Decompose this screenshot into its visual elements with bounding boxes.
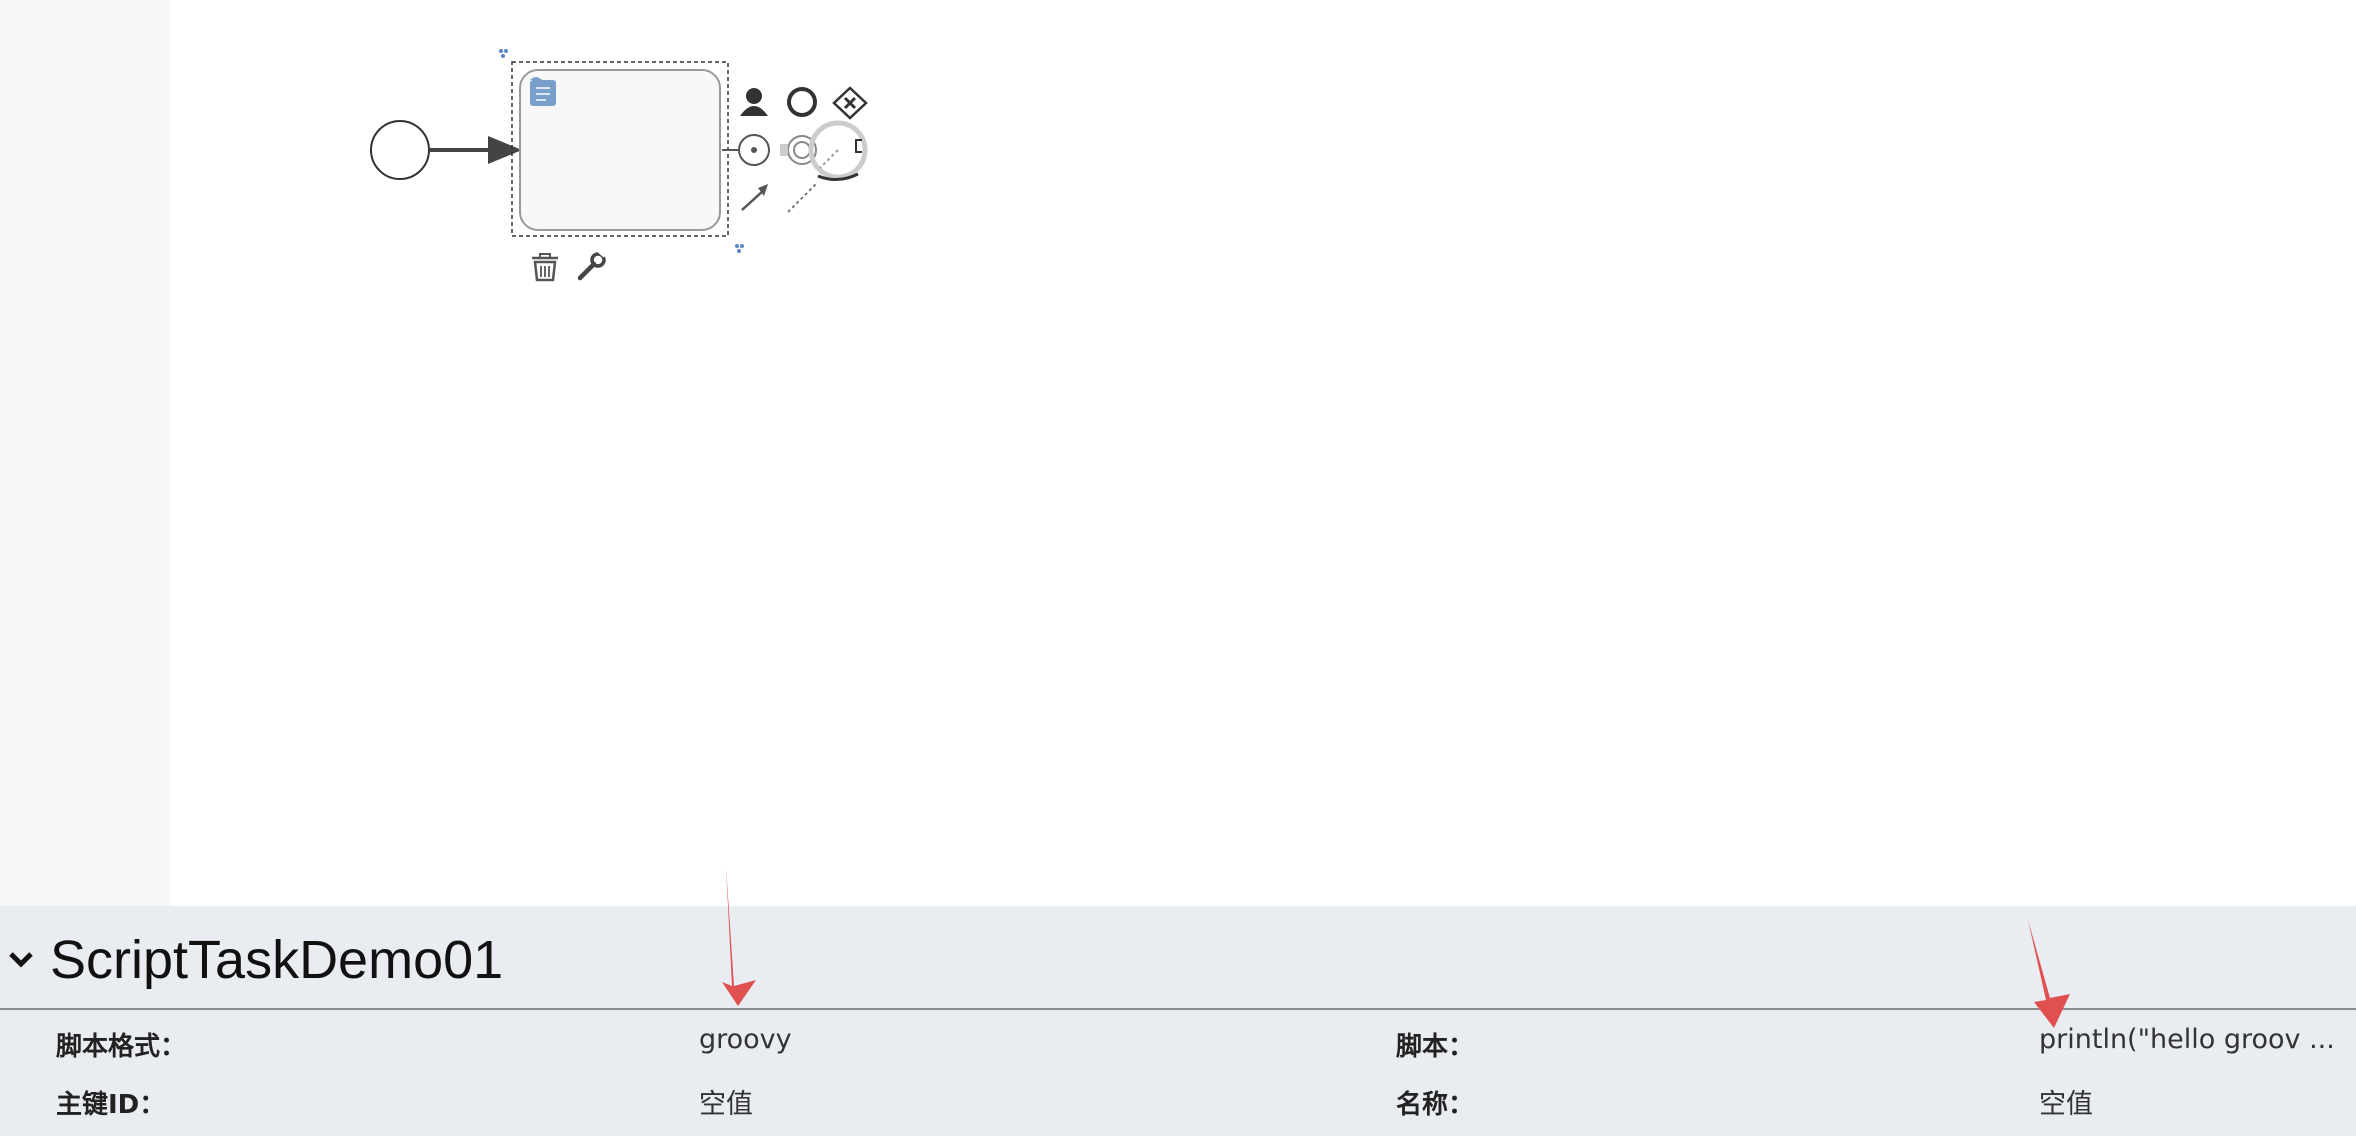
prop-value-name[interactable]: 空值 — [2039, 1082, 2093, 1121]
append-text-annotation-icon[interactable] — [808, 120, 868, 181]
resize-handle-top-left[interactable] — [499, 49, 508, 58]
prop-value-script-format[interactable]: groovy — [699, 1024, 792, 1055]
delete-trash-icon[interactable] — [532, 253, 558, 282]
script-task[interactable] — [519, 69, 721, 231]
prop-label-script-format: 脚本格式： — [56, 1032, 187, 1062]
prop-label-name: 名称： — [1396, 1090, 1475, 1120]
connect-association-icon[interactable] — [787, 183, 817, 213]
prop-value-script[interactable]: println("hello groov ... — [2039, 1024, 2335, 1055]
prop-label-script: 脚本： — [1396, 1032, 1475, 1062]
resize-handle-bottom-right[interactable] — [735, 244, 744, 253]
prop-label-id: 主键ID： — [56, 1090, 166, 1120]
properties-header[interactable]: ScriptTaskDemo01 — [0, 906, 2356, 1010]
start-event[interactable] — [370, 120, 430, 180]
append-intermediate-event-icon[interactable] — [722, 134, 770, 166]
element-title: ScriptTaskDemo01 — [50, 930, 504, 990]
script-icon — [530, 77, 556, 106]
change-type-wrench-icon[interactable] — [577, 249, 607, 281]
properties-panel: ScriptTaskDemo01 脚本格式： groovy 脚本： printl… — [0, 906, 2356, 1136]
append-user-task-icon[interactable] — [740, 88, 768, 116]
prop-value-id[interactable]: 空值 — [699, 1082, 753, 1121]
bpmn-diagram[interactable] — [0, 0, 2356, 906]
append-end-event-icon[interactable] — [787, 87, 817, 117]
sequence-flow[interactable] — [430, 136, 522, 164]
chevron-down-icon[interactable] — [8, 950, 34, 970]
connect-arrow-icon[interactable] — [741, 184, 768, 211]
append-exclusive-gateway-icon[interactable] — [832, 86, 868, 120]
